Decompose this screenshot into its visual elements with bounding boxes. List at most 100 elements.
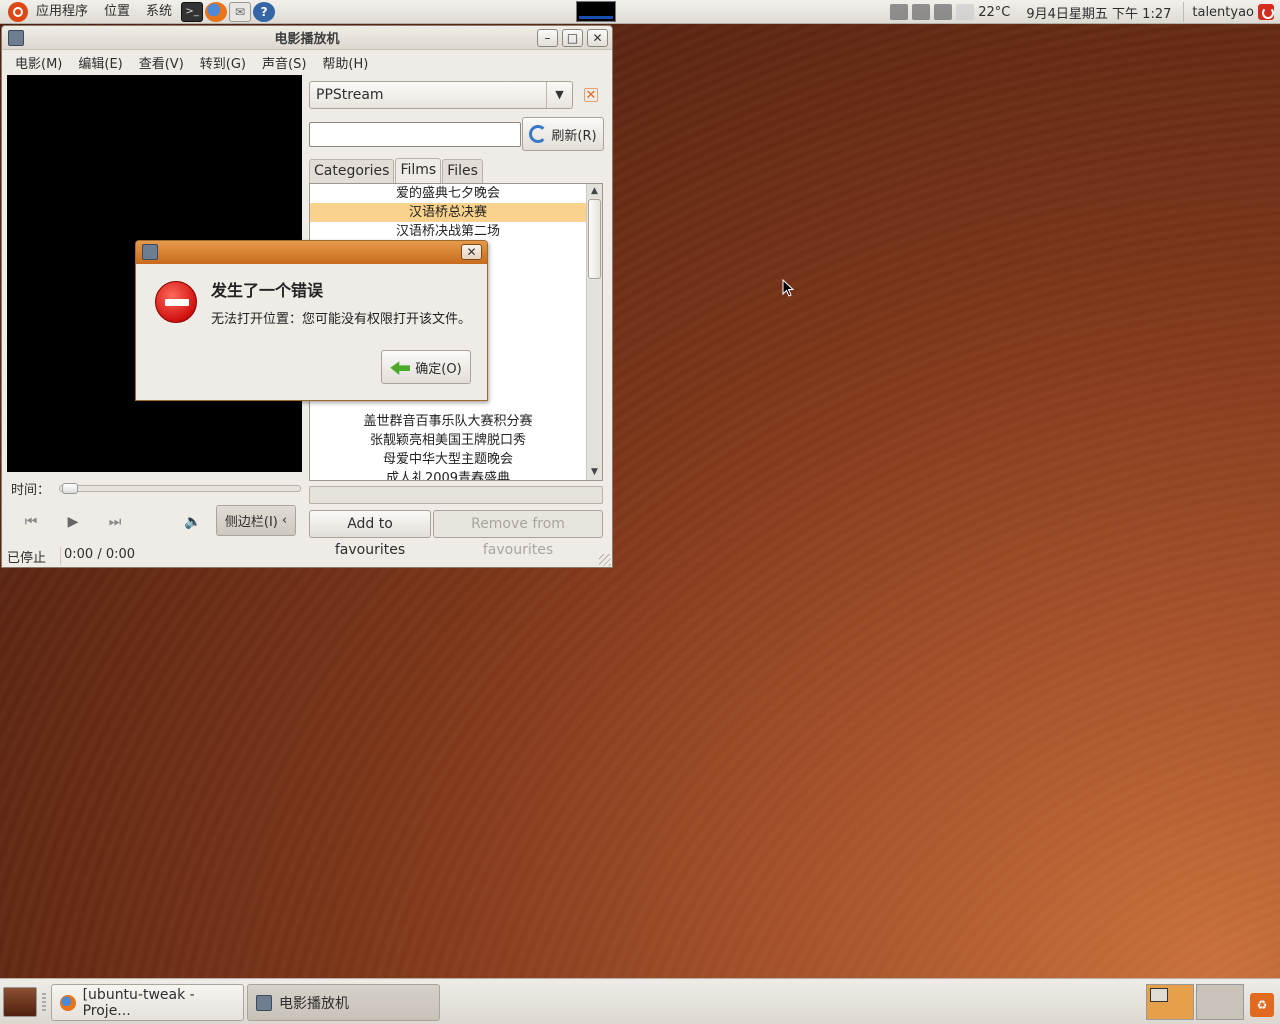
- menu-movie[interactable]: 电影(M): [7, 53, 70, 72]
- status-separator: [60, 547, 61, 565]
- taskbar-item-label: [ubuntu-tweak - Proje...: [82, 986, 195, 1019]
- refresh-icon: [529, 125, 548, 143]
- firefox-icon[interactable]: [205, 1, 228, 22]
- search-input[interactable]: [309, 122, 521, 147]
- bottom-panel: [ubuntu-tweak - Proje... 电影播放机 ♻: [0, 978, 1280, 1024]
- dialog-titlebar[interactable]: ✕: [136, 241, 487, 264]
- workspace-1[interactable]: [1146, 984, 1194, 1020]
- workspace-window-preview: [1150, 988, 1168, 1002]
- clock[interactable]: 9月4日星期五 下午 1:27: [1018, 3, 1179, 22]
- dialog-close-button[interactable]: ✕: [461, 244, 482, 260]
- menu-system[interactable]: 系统: [138, 0, 180, 24]
- scroll-up-icon[interactable]: ▲: [587, 184, 602, 199]
- chevron-down-icon: ▼: [546, 82, 572, 108]
- menu-places[interactable]: 位置: [96, 0, 138, 24]
- menubar: 电影(M) 编辑(E) 查看(V) 转到(G) 声音(S) 帮助(H): [2, 50, 612, 74]
- mail-icon[interactable]: ✉: [229, 1, 252, 22]
- error-dialog: ✕ 发生了一个错误 无法打开位置：您可能没有权限打开该文件。 确定(O): [135, 240, 488, 401]
- plugin-select[interactable]: PPStream ▼: [309, 81, 573, 109]
- menu-sound[interactable]: 声音(S): [254, 53, 314, 72]
- refresh-button[interactable]: 刷新(R): [522, 117, 604, 151]
- sidebar-tabs: Categories Films Files: [309, 158, 484, 183]
- list-item[interactable]: 成人礼2009青春盛典: [310, 469, 586, 480]
- panel-menu: 应用程序 位置 系统: [28, 0, 180, 24]
- enter-arrow-icon: [390, 359, 411, 375]
- menu-go[interactable]: 转到(G): [192, 53, 254, 72]
- panel-separator: [1183, 2, 1185, 22]
- user-menu[interactable]: talentyao: [1188, 5, 1256, 20]
- previous-icon[interactable]: ⏮: [14, 509, 48, 535]
- volume-icon[interactable]: [934, 4, 953, 20]
- tab-films[interactable]: Films: [395, 158, 442, 183]
- play-icon[interactable]: ▶: [56, 509, 90, 535]
- list-item[interactable]: 张靓颖亮相美国王牌脱口秀: [310, 431, 586, 450]
- network-icon[interactable]: [890, 4, 909, 20]
- window-title: 电影播放机: [274, 32, 340, 47]
- volume-icon[interactable]: 🔈: [176, 509, 210, 535]
- top-panel: 应用程序 位置 系统 >_ ✉ ? 22°C 9月4日星期五 下午 1:27 t…: [0, 0, 1280, 24]
- next-icon[interactable]: ⏭: [98, 509, 132, 535]
- dialog-heading: 发生了一个错误: [211, 281, 324, 300]
- menu-help[interactable]: 帮助(H): [314, 53, 376, 72]
- seek-slider[interactable]: [59, 482, 301, 494]
- panel-handle[interactable]: [42, 993, 46, 1011]
- list-item[interactable]: 汉语桥决战第二场: [310, 222, 586, 241]
- time-label: 时间：: [11, 482, 51, 498]
- workspace-2[interactable]: [1196, 984, 1244, 1020]
- time-display: 0:00 / 0:00: [64, 547, 136, 562]
- firefox-icon: [60, 994, 76, 1011]
- sidebar-button-label: 侧边栏(I): [224, 515, 278, 530]
- vertical-scrollbar[interactable]: ▲ ▼: [586, 184, 602, 480]
- taskbar-item-label: 电影播放机: [279, 995, 349, 1012]
- ok-label: 确定(O): [415, 361, 462, 377]
- help-icon[interactable]: ?: [253, 1, 276, 22]
- time-row: 时间：: [11, 480, 301, 498]
- sidebar-toggle-button[interactable]: 侧边栏(I) ‹: [216, 505, 296, 536]
- trash-icon[interactable]: ♻: [1250, 993, 1274, 1017]
- refresh-label: 刷新(R): [551, 128, 597, 144]
- scroll-thumb[interactable]: [588, 199, 601, 279]
- movie-player-icon: [256, 994, 272, 1011]
- menu-edit[interactable]: 编辑(E): [70, 53, 130, 72]
- plugin-select-value: PPStream: [316, 87, 384, 103]
- weather-icon[interactable]: [956, 4, 975, 20]
- list-item[interactable]: 汉语桥总决赛: [310, 203, 586, 222]
- progress-bar: [309, 486, 603, 504]
- list-item[interactable]: 盖世群音百事乐队大赛积分赛: [310, 412, 586, 431]
- mouse-cursor-icon: [782, 279, 794, 297]
- maximize-button[interactable]: □: [562, 29, 583, 47]
- remove-favourites-button: Remove from favourites: [433, 510, 603, 558]
- minimize-button[interactable]: –: [537, 29, 558, 47]
- ubuntu-logo-icon[interactable]: [8, 1, 28, 22]
- ok-button[interactable]: 确定(O): [381, 350, 471, 384]
- taskbar-item-movie-player[interactable]: 电影播放机: [247, 984, 440, 1021]
- system-tray: 22°C 9月4日星期五 下午 1:27 talentyao: [888, 0, 1280, 24]
- statusbar: 已停止 0:00 / 0:00: [7, 547, 607, 566]
- app-icon: [142, 244, 158, 260]
- power-icon[interactable]: [1258, 4, 1274, 20]
- close-sidebar-icon[interactable]: ✕: [584, 88, 598, 103]
- dialog-message: 无法打开位置：您可能没有权限打开该文件。: [211, 312, 472, 327]
- playback-status: 已停止: [7, 551, 47, 566]
- taskbar-item-firefox[interactable]: [ubuntu-tweak - Proje...: [51, 984, 244, 1021]
- list-item[interactable]: 母爱中华大型主题晚会: [310, 450, 586, 469]
- printer-icon[interactable]: [912, 4, 931, 20]
- seek-handle[interactable]: [62, 482, 78, 494]
- system-monitor-applet[interactable]: [576, 1, 616, 22]
- close-button[interactable]: ✕: [587, 29, 608, 47]
- window-controls: – □ ✕: [537, 29, 608, 47]
- terminal-icon[interactable]: >_: [181, 1, 204, 22]
- temperature[interactable]: 22°C: [976, 5, 1018, 20]
- chevron-left-icon: ‹: [281, 513, 288, 528]
- resize-grip[interactable]: [599, 554, 611, 566]
- add-favourites-button[interactable]: Add to favourites: [309, 510, 431, 558]
- tab-categories[interactable]: Categories: [309, 159, 395, 183]
- scroll-down-icon[interactable]: ▼: [587, 465, 602, 480]
- window-titlebar[interactable]: 电影播放机 – □ ✕: [2, 26, 612, 50]
- error-icon: [155, 281, 197, 323]
- list-item[interactable]: 爱的盛典七夕晚会: [310, 184, 586, 203]
- menu-applications[interactable]: 应用程序: [28, 0, 96, 24]
- show-desktop-button[interactable]: [3, 987, 37, 1017]
- menu-view[interactable]: 查看(V): [131, 53, 192, 72]
- tab-files[interactable]: Files: [442, 159, 483, 183]
